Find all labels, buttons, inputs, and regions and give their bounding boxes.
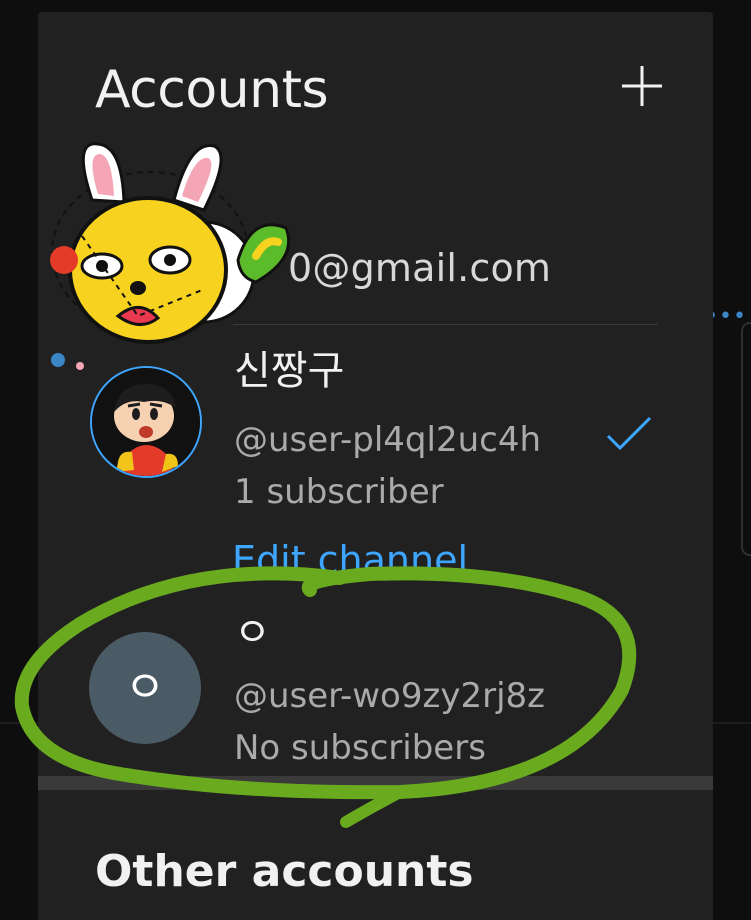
channel-handle: @user-pl4ql2uc4h bbox=[234, 420, 541, 460]
channel-subscribers: 1 subscriber bbox=[234, 472, 444, 512]
cartoon-avatar-icon bbox=[92, 368, 200, 476]
rabbit-sticker-icon bbox=[50, 142, 291, 370]
account-email: 0@gmail.com bbox=[288, 246, 552, 290]
channel-item-selected[interactable]: 신짱구 @user-pl4ql2uc4h 1 subscriber Edit c… bbox=[38, 348, 713, 592]
edit-channel-link[interactable]: Edit channel bbox=[232, 538, 468, 582]
channel-item[interactable]: ㅇ ㅇ @user-wo9zy2rj8z No subscribers bbox=[38, 610, 713, 770]
channel-subscribers: No subscribers bbox=[234, 728, 486, 768]
screen: ••• Accounts 0@gmail.com 신짱구 @user-pl4ql… bbox=[0, 0, 751, 920]
channel-avatar bbox=[90, 366, 202, 478]
section-separator bbox=[38, 776, 713, 790]
page-title: Accounts bbox=[95, 60, 329, 120]
checkmark-icon bbox=[606, 416, 652, 451]
other-accounts-heading: Other accounts bbox=[95, 846, 474, 897]
channel-name: ㅇ bbox=[234, 610, 271, 656]
channel-handle: @user-wo9zy2rj8z bbox=[234, 676, 545, 716]
channel-avatar-letter: ㅇ bbox=[89, 632, 201, 744]
background-edge bbox=[741, 322, 751, 556]
avatar-letter: ㅇ bbox=[124, 662, 166, 713]
add-account-button[interactable] bbox=[618, 62, 666, 110]
plus-icon bbox=[622, 66, 662, 106]
